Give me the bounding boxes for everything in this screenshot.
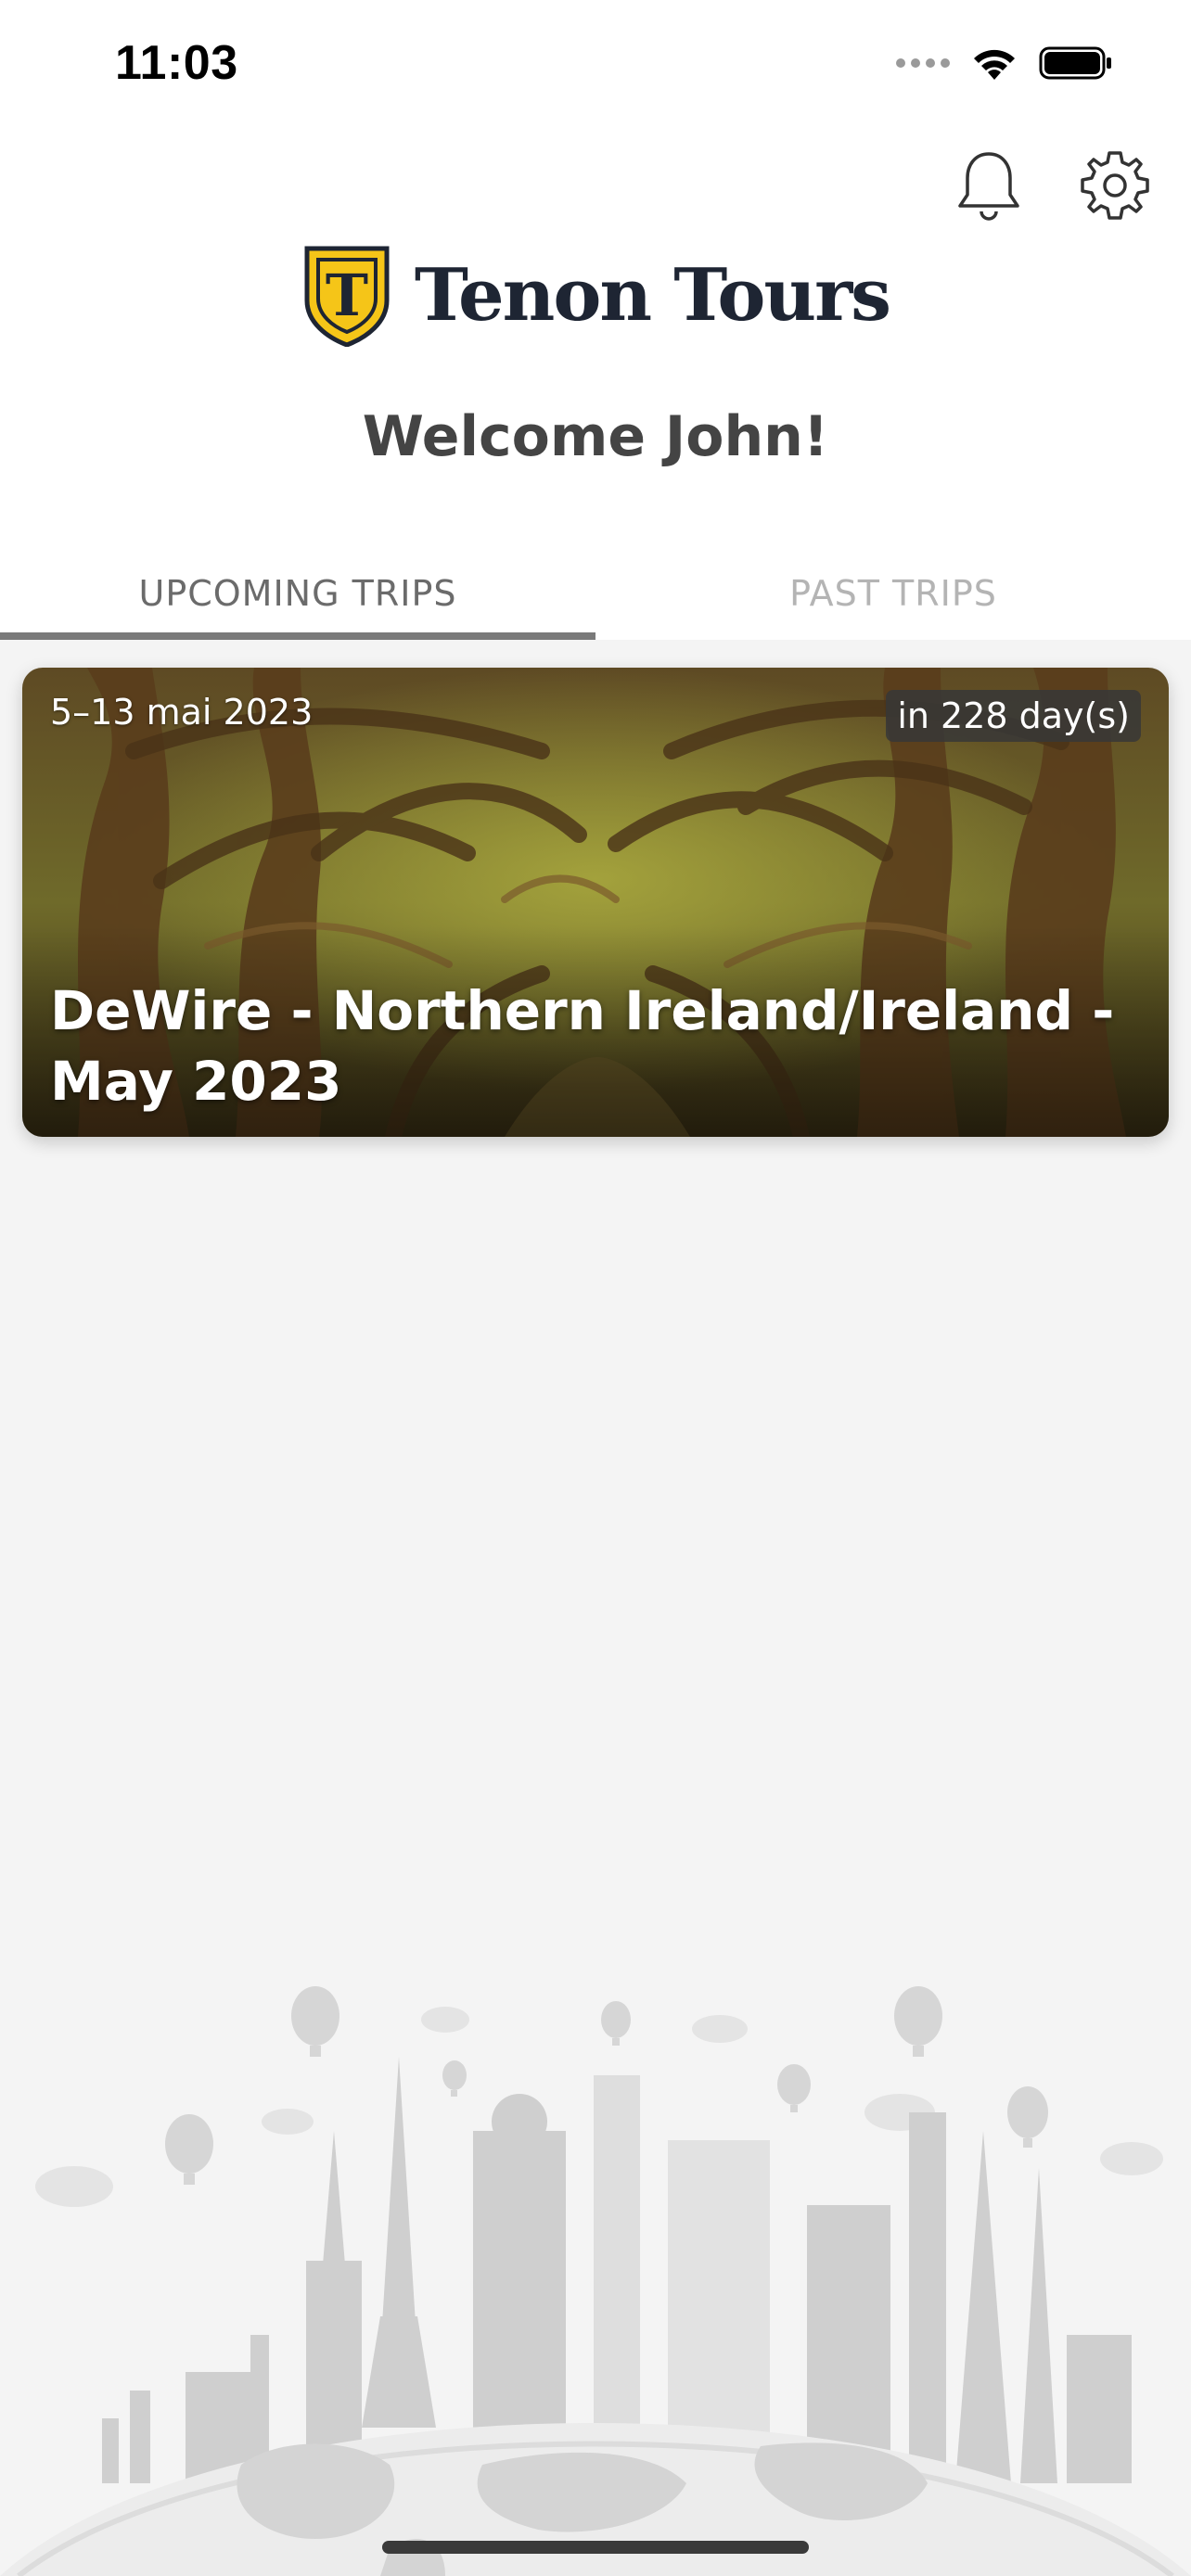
tab-upcoming-trips[interactable]: UPCOMING TRIPS — [0, 547, 596, 640]
status-time: 11:03 — [115, 36, 238, 90]
status-icons — [896, 45, 1113, 82]
shield-logo-icon: T — [304, 246, 390, 347]
settings-button[interactable] — [1078, 148, 1152, 223]
gear-icon — [1081, 151, 1149, 220]
tab-past-trips[interactable]: PAST TRIPS — [596, 547, 1191, 640]
brand-name: Tenon Tours — [414, 252, 891, 338]
trip-card[interactable]: 5–13 mai 2023 in 228 day(s) DeWire - Nor… — [22, 668, 1169, 1137]
world-landmarks-illustration — [0, 1986, 1191, 2576]
trip-tabs: UPCOMING TRIPS PAST TRIPS — [0, 547, 1191, 640]
trip-countdown-badge: in 228 day(s) — [886, 690, 1141, 742]
home-indicator[interactable] — [382, 2541, 809, 2554]
trip-title: DeWire - Northern Ireland/Ireland - May … — [50, 979, 1115, 1113]
brand-logo: T Tenon Tours — [0, 243, 1191, 347]
trip-date: 5–13 mai 2023 — [50, 692, 314, 733]
welcome-message: Welcome John! — [362, 404, 829, 469]
trip-list: 5–13 mai 2023 in 228 day(s) DeWire - Nor… — [0, 640, 1191, 2576]
notifications-button[interactable] — [952, 148, 1026, 223]
signal-icon — [896, 58, 950, 68]
wifi-icon — [974, 49, 1015, 80]
status-bar: 11:03 — [0, 0, 1191, 130]
battery-icon — [1039, 46, 1111, 80]
header-actions — [952, 148, 1152, 223]
bell-icon — [958, 152, 1019, 221]
logo-letter: T — [326, 261, 368, 329]
